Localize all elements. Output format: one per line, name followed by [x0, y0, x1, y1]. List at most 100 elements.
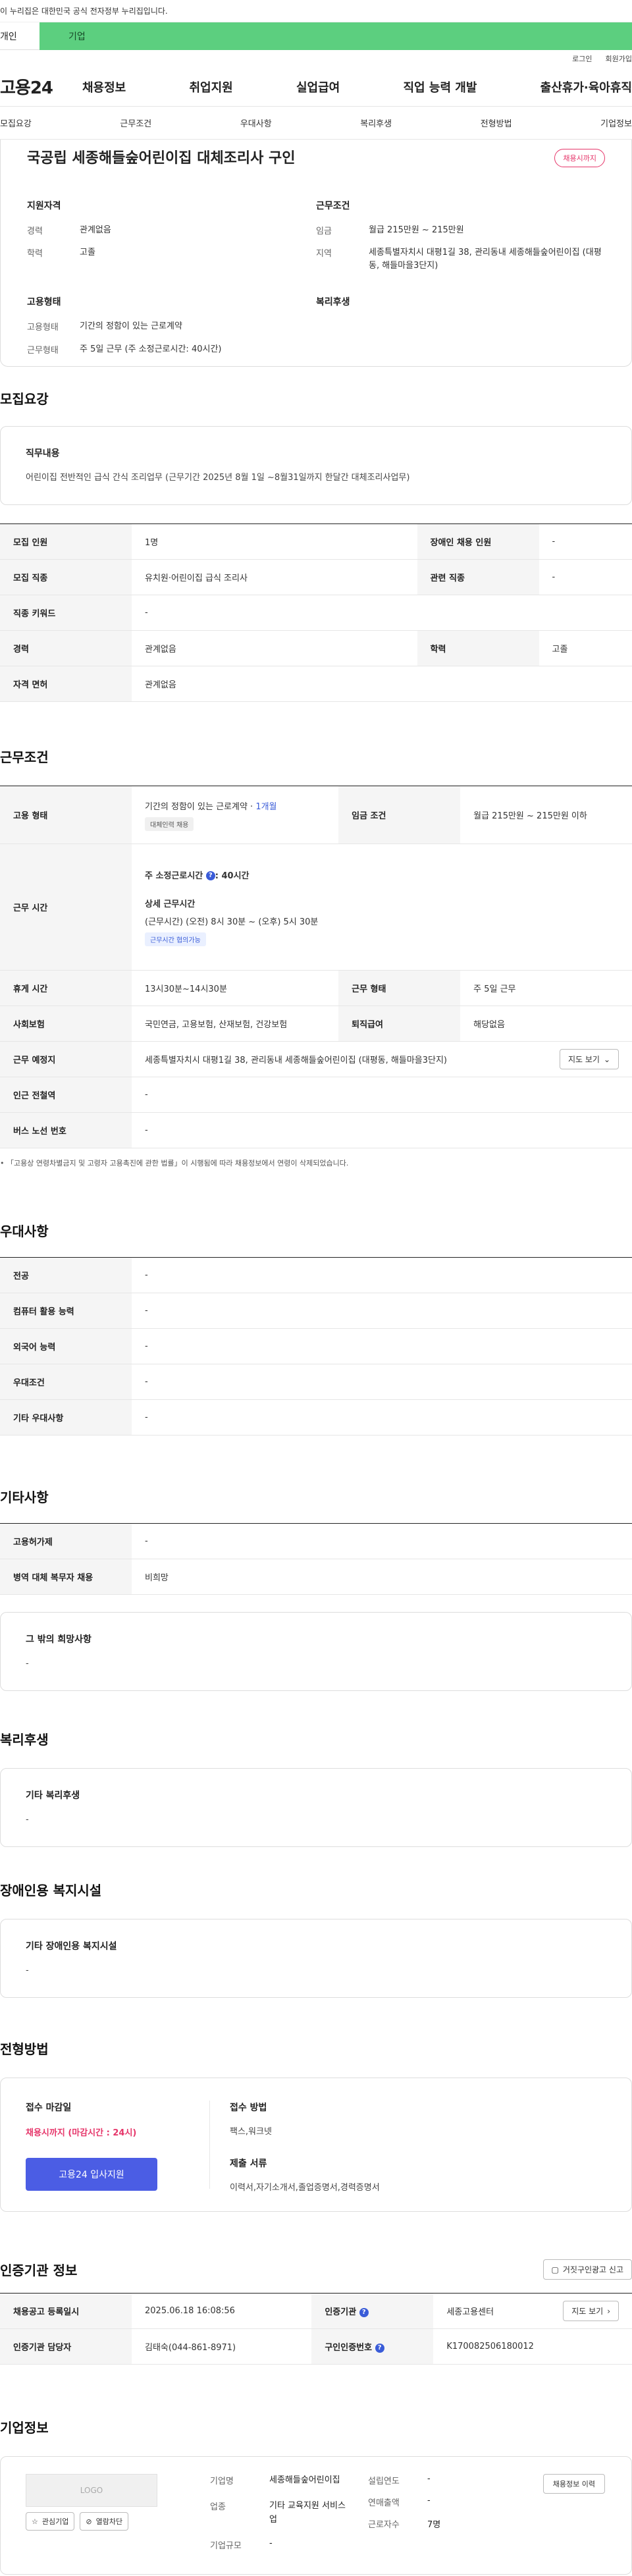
cell-key: 고용 형태	[0, 786, 132, 844]
bullet-icon: •	[0, 1159, 7, 1167]
box-title: 기타 복리후생	[26, 1790, 80, 1801]
tab-company[interactable]: 기업	[40, 22, 632, 50]
summary-value: 세종특별자치시 대평1길 38, 관리동내 세종해들숲어린이집 (대평동, 해들…	[369, 248, 602, 271]
company-box: LOGO ☆ 관심기업 ⊘ 열람차단 기업명 세종해들숲어린이집 업종 기타 교육지원 …	[0, 2456, 632, 2575]
gnb-item-parental-leave[interactable]: 출산휴가·육아휴직	[540, 78, 632, 95]
report-button[interactable]: ▢ 거짓구인광고 신고	[542, 2259, 632, 2280]
info-icon[interactable]: ?	[359, 2307, 369, 2317]
cert-header: 인증기관 정보 ▢ 거짓구인광고 신고	[0, 2259, 632, 2280]
table-row: 인증기관 담당자 김태숙(044-861-8971) 구인인증번호 ? K170…	[0, 2328, 632, 2365]
utility-links: 로그인 회원가입	[0, 50, 632, 67]
box-title: 그 밖의 희망사항	[26, 1634, 92, 1645]
age-notice: • 「고용상 연령차별금지 및 고령자 고용촉진에 관한 법률」이 시행됨에 따…	[0, 1158, 632, 1168]
block-icon: ⊘	[86, 2517, 92, 2526]
anchor-welfare[interactable]: 복리후생	[360, 117, 392, 129]
gnb-item-employment-support[interactable]: 취업지원	[190, 78, 233, 95]
table-row: 근무 시간 주 소정근로시간 ?: 40시간 상세 근무시간 (근무시간) (오…	[0, 844, 632, 971]
cell-key: 기타 우대사항	[0, 1399, 132, 1436]
document-icon: ▢	[551, 2265, 559, 2274]
cell-value: 김태숙(044-861-8971)	[132, 2328, 312, 2365]
section-heading-pref: 우대사항	[0, 1223, 49, 1239]
report-button-label: 거짓구인광고 신고	[562, 2265, 623, 2274]
deadline-value: 채용시까지 (마감시간 : 24시)	[26, 2128, 137, 2138]
cell-value: 2025.06.18 16:08:56	[132, 2293, 312, 2329]
cell-value: 13시30분~14시30분	[132, 970, 339, 1006]
block-view-button[interactable]: ⊘ 열람차단	[80, 2512, 129, 2531]
cell-value: -	[539, 523, 632, 560]
cert-map-button[interactable]: 지도 보기 ›	[563, 2301, 619, 2321]
table-row: 사회보험 국민연금, 고용보험, 산재보험, 건강보험 퇴직급여 해당없음	[0, 1006, 632, 1042]
map-button[interactable]: 지도 보기 ⌄	[559, 1049, 619, 1069]
deadline-badge: 채용시까지	[554, 149, 605, 167]
gov-banner: 이 누리집은 대한민국 공식 전자정부 누리집입니다.	[0, 0, 632, 22]
deadline-block: 접수 마감일 채용시까지 (마감시간 : 24시) 고용24 입사지원	[26, 2101, 210, 2191]
disability-box: 기타 장애인용 복지시설 -	[0, 1919, 632, 1998]
anchor-recruit[interactable]: 모집요강	[0, 117, 32, 129]
cell-value: -	[132, 1077, 632, 1113]
cell-key: 외국어 능력	[0, 1328, 132, 1364]
apply-button[interactable]: 고용24 입사지원	[26, 2158, 157, 2191]
table-row: 채용공고 등록일시 2025.06.18 16:08:56 인증기관 ? 세종고…	[0, 2293, 632, 2329]
table-row: 버스 노선 번호 -	[0, 1112, 632, 1148]
info-icon[interactable]: ?	[205, 871, 215, 880]
summary-qualification: 지원자격 경력 관계없음 학력 고졸	[27, 199, 316, 282]
anchor-pref[interactable]: 우대사항	[240, 117, 272, 129]
emp-type-text: 기간의 정함이 있는 근로계약 ·	[145, 801, 256, 812]
gnb-item-jobs[interactable]: 채용정보	[82, 78, 126, 95]
anchor-company[interactable]: 기업정보	[600, 117, 632, 129]
cell-key: 직종 키워드	[0, 595, 132, 631]
table-row: 기타 우대사항 -	[0, 1399, 632, 1436]
summary-key: 고용형태	[27, 323, 59, 333]
table-row: 전공 -	[0, 1257, 632, 1293]
summary-value: 주 5일 근무 (주 소정근로시간: 40시간)	[80, 344, 222, 354]
cell-key: 구인인증번호 ?	[311, 2328, 434, 2365]
cell-key: 근무 형태	[338, 970, 461, 1006]
cell-value: 관계없음	[132, 666, 632, 702]
box-title: 직무내용	[26, 448, 60, 459]
cell-key: 우대조건	[0, 1364, 132, 1400]
summary-key: 지역	[316, 249, 332, 259]
other-wishes-box: 그 밖의 희망사항 -	[0, 1612, 632, 1691]
cell-key: 버스 노선 번호	[0, 1112, 132, 1148]
box-text: 어린이집 전반적인 급식 간식 조리업무 (근무기간 2025년 8월 1일 ~…	[26, 473, 410, 483]
tab-personal[interactable]: 개인	[0, 22, 40, 50]
cell-value: -	[132, 1364, 632, 1400]
emp-period: 1개월	[255, 801, 277, 812]
favorite-company-button[interactable]: ☆ 관심기업	[26, 2512, 75, 2531]
site-logo[interactable]: 고용24	[0, 74, 82, 99]
cell-value: 주 소정근로시간 ?: 40시간 상세 근무시간 (근무시간) (오전) 8시 …	[132, 844, 632, 971]
cell-key: 컴퓨터 활용 능력	[0, 1293, 132, 1329]
user-type-tabs: 개인 기업	[0, 22, 632, 50]
table-row: 경력 관계없음 학력 고졸	[0, 630, 632, 666]
cell-key: 사회보험	[0, 1006, 132, 1042]
anchor-selection[interactable]: 전형방법	[481, 117, 512, 129]
box-text: -	[26, 1659, 29, 1669]
summary-work-conditions: 근무조건 임금 월급 215만원 ~ 215만원 지역 세종특별자치시 대평1길 3…	[316, 199, 605, 282]
chevron-down-icon: ⌄	[603, 1054, 610, 1064]
cell-value: -	[132, 1523, 632, 1559]
map-button-label: 지도 보기	[567, 1055, 600, 1064]
summary-welfare: 복리후생	[316, 295, 605, 365]
work-location: 세종특별자치시 대평1길 38, 관리동내 세종해들숲어린이집 (대평동, 해들…	[145, 1056, 448, 1065]
table-row: 휴게 시간 13시30분~14시30분 근무 형태 주 5일 근무	[0, 970, 632, 1006]
section-heading-cert: 인증기관 정보	[0, 2263, 78, 2278]
section-heading-recruit: 모집요강	[0, 391, 49, 407]
method-block: 접수 방법 팩스,워크넷 제출 서류 이력서,자기소개서,졸업증명서,경력증명서	[210, 2101, 380, 2193]
gnb-item-training[interactable]: 직업 능력 개발	[404, 78, 477, 95]
job-posting-page: 이 누리집은 대한민국 공식 전자정부 누리집입니다. 개인 기업 로그인 회원…	[0, 0, 632, 2576]
info-icon[interactable]: ?	[375, 2343, 384, 2353]
cell-value: 국민연금, 고용보험, 산재보험, 건강보험	[132, 1006, 339, 1042]
cell-value: 유치원·어린이집 급식 조리사	[132, 559, 417, 595]
cell-key: 휴게 시간	[0, 970, 132, 1006]
recruit-history-button[interactable]: 채용정보 이력	[542, 2474, 605, 2494]
method-heading: 접수 방법	[230, 2103, 267, 2113]
method-value: 팩스,워크넷	[230, 2127, 272, 2137]
table-row: 우대조건 -	[0, 1364, 632, 1400]
gnb-item-unemployment[interactable]: 실업급여	[296, 78, 340, 95]
anchor-work[interactable]: 근무조건	[120, 117, 151, 129]
welfare-box: 기타 복리후생 -	[0, 1768, 632, 1847]
signup-link[interactable]: 회원가입	[606, 53, 632, 64]
cert-no-key: 구인인증번호	[325, 2343, 373, 2353]
summary-value: 월급 215만원 ~ 215만원	[369, 225, 464, 235]
login-link[interactable]: 로그인	[572, 53, 592, 64]
